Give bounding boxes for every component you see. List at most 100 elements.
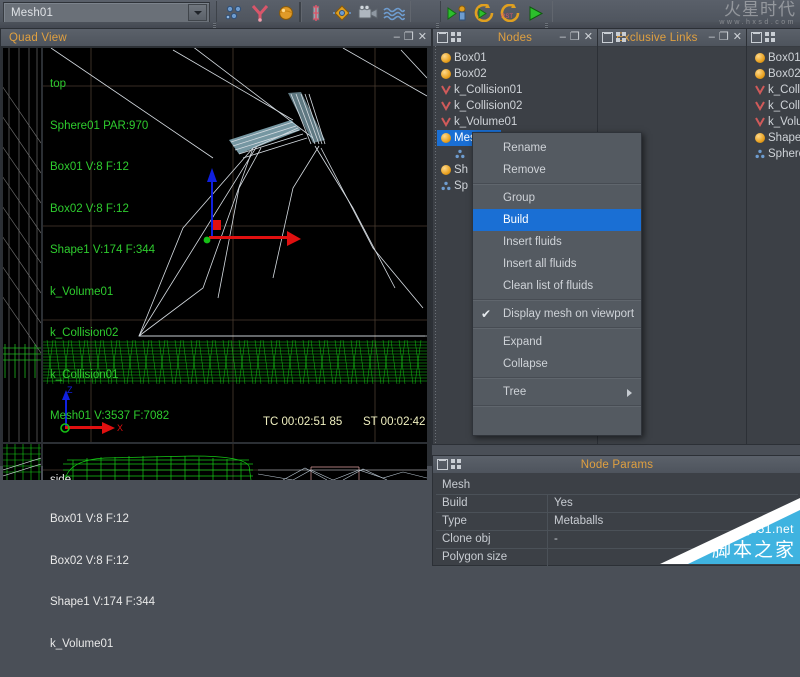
viewport-left-bottom[interactable] (3, 444, 41, 480)
viewport-stat: Box02 V:8 F:12 (50, 553, 155, 571)
context-menu-item-build[interactable]: Build (473, 209, 641, 231)
context-menu-item-tree[interactable]: Tree (473, 381, 641, 403)
links-item-k-volume01[interactable]: k_Volum (751, 114, 800, 130)
emitter-icon[interactable] (247, 2, 272, 24)
tree-item-k-volume01[interactable]: k_Volume01 (437, 114, 597, 130)
context-menu-item-copy-name[interactable] (473, 409, 641, 431)
viewport-front[interactable] (3, 48, 41, 442)
chevron-down-icon[interactable] (188, 4, 207, 21)
node-params-row-polygon-size[interactable]: Polygon size (436, 549, 798, 567)
node-params-section-label: Mesh (436, 477, 798, 494)
tree-item-label: k_Collis (768, 84, 800, 96)
quad-view-window-buttons: – ❐ ✕ (394, 29, 427, 46)
tree-item-k-collision01[interactable]: k_Collision01 (437, 82, 597, 98)
close-icon[interactable]: ✕ (584, 32, 593, 43)
param-key: Type (436, 513, 548, 530)
object-selector-combobox[interactable]: Mesh01 (3, 2, 210, 23)
nodes-titlebar[interactable]: Nodes – ❐ ✕ (433, 29, 597, 47)
exclusive-links-window-buttons: – ❐ ✕ (709, 29, 742, 46)
context-menu-separator (473, 377, 641, 379)
sphere-node-icon (755, 53, 765, 63)
grid-icon[interactable] (765, 32, 775, 42)
context-menu-item-clean-list-of-fluids[interactable]: Clean list of fluids (473, 275, 641, 297)
play-icon[interactable] (523, 2, 548, 24)
tree-item-box01[interactable]: Box01 (437, 50, 597, 66)
collision-node-icon (441, 85, 451, 95)
particles-node-icon (755, 149, 765, 159)
viewport-top[interactable]: Z X top Sphere01 PAR:970 Box01 V:8 F:12 … (43, 48, 427, 442)
context-menu-label: Tree (503, 386, 526, 398)
links-item-shape1[interactable]: Shape1 (751, 130, 800, 146)
context-menu-item-display-mesh-on-viewport[interactable]: ✔ Display mesh on viewport (473, 303, 641, 325)
node-params-panel-title: Node Params (433, 459, 800, 471)
particles-icon[interactable] (221, 2, 246, 24)
dock-icon[interactable] (751, 32, 762, 43)
collision-icon[interactable] (329, 2, 354, 24)
links-panel-icons (747, 32, 775, 43)
grid-icon[interactable] (616, 32, 626, 42)
context-menu-item-insert-all-fluids[interactable]: Insert all fluids (473, 253, 641, 275)
maximize-icon[interactable]: ❐ (404, 32, 414, 43)
tree-item-label: Box02 (768, 68, 800, 80)
nodes-panel-icons (433, 32, 461, 43)
links-item-box01[interactable]: Box01 (751, 50, 800, 66)
volume-node-icon (441, 117, 451, 127)
sphere-object-icon[interactable] (273, 2, 298, 24)
maximize-icon[interactable]: ❐ (570, 32, 580, 43)
quad-view-titlebar[interactable]: Quad View – ❐ ✕ (1, 29, 431, 47)
dock-icon[interactable] (602, 32, 613, 43)
param-value[interactable]: Metaballs (548, 513, 603, 530)
tree-item-label: k_Collision02 (454, 100, 522, 112)
minimize-icon[interactable]: – (560, 32, 566, 43)
param-value[interactable]: Yes (548, 495, 573, 512)
context-menu-separator (473, 405, 641, 407)
grid-icon[interactable] (451, 459, 461, 469)
camera-icon[interactable] (355, 2, 380, 24)
exclusive-links-titlebar[interactable]: Exclusive Links – ❐ ✕ (598, 29, 746, 47)
reset-simulation-icon[interactable] (471, 2, 496, 24)
dock-icon[interactable] (437, 459, 448, 470)
node-params-row-type[interactable]: Type Metaballs (436, 513, 798, 531)
links-item-sphere01[interactable]: Sphere (751, 146, 800, 162)
nodes-window-buttons: – ❐ ✕ (560, 29, 593, 46)
tree-item-label: Box01 (454, 52, 487, 64)
links-item-box02[interactable]: Box02 (751, 66, 800, 82)
context-menu-item-expand[interactable]: Expand (473, 331, 641, 353)
reset-all-icon[interactable]: RST (497, 2, 522, 24)
tree-item-box02[interactable]: Box02 (437, 66, 597, 82)
minimize-icon[interactable]: – (394, 32, 400, 43)
links-item-k-collision02[interactable]: k_Collis (751, 98, 800, 114)
node-params-row-build[interactable]: Build Yes (436, 495, 798, 513)
context-menu-item-remove[interactable]: Remove (473, 159, 641, 181)
simulate-icon[interactable] (445, 2, 470, 24)
grid-icon[interactable] (451, 32, 461, 42)
context-menu-item-insert-fluids[interactable]: Insert fluids (473, 231, 641, 253)
close-icon[interactable]: ✕ (418, 32, 427, 43)
viewport-stat: Box01 V:8 F:12 (50, 511, 155, 529)
minimize-icon[interactable]: – (709, 32, 715, 43)
links-titlebar[interactable] (747, 29, 800, 47)
dock-icon[interactable] (437, 32, 448, 43)
maximize-icon[interactable]: ❐ (719, 32, 729, 43)
sphere-node-icon (441, 69, 451, 79)
measure-icon[interactable] (303, 2, 328, 24)
node-params-panel-icons (433, 459, 461, 470)
particles-node-icon (455, 149, 465, 159)
context-menu-item-collapse[interactable]: Collapse (473, 353, 641, 375)
links-item-k-collision01[interactable]: k_Collis (751, 82, 800, 98)
context-menu-item-rename[interactable]: Rename (473, 137, 641, 159)
waves-icon[interactable] (381, 2, 406, 24)
close-icon[interactable]: ✕ (733, 32, 742, 43)
context-menu-separator (473, 299, 641, 301)
node-context-menu[interactable]: Rename Remove Group Build Insert fluids … (472, 132, 642, 436)
node-params-row-clone-obj[interactable]: Clone obj - (436, 531, 798, 549)
viewport-side[interactable]: side Sphere01 PAR:970 (43, 444, 427, 480)
svg-text:Z: Z (67, 385, 73, 395)
tree-item-label: Sp (454, 180, 468, 192)
context-menu-item-group[interactable]: Group (473, 187, 641, 209)
links-tree[interactable]: Box01 Box02 k_Collis k_Collis (747, 46, 800, 444)
param-value[interactable]: - (548, 531, 558, 548)
tree-item-k-collision02[interactable]: k_Collision02 (437, 98, 597, 114)
tree-item-label: Box01 (768, 52, 800, 64)
node-params-titlebar[interactable]: Node Params (433, 456, 800, 474)
